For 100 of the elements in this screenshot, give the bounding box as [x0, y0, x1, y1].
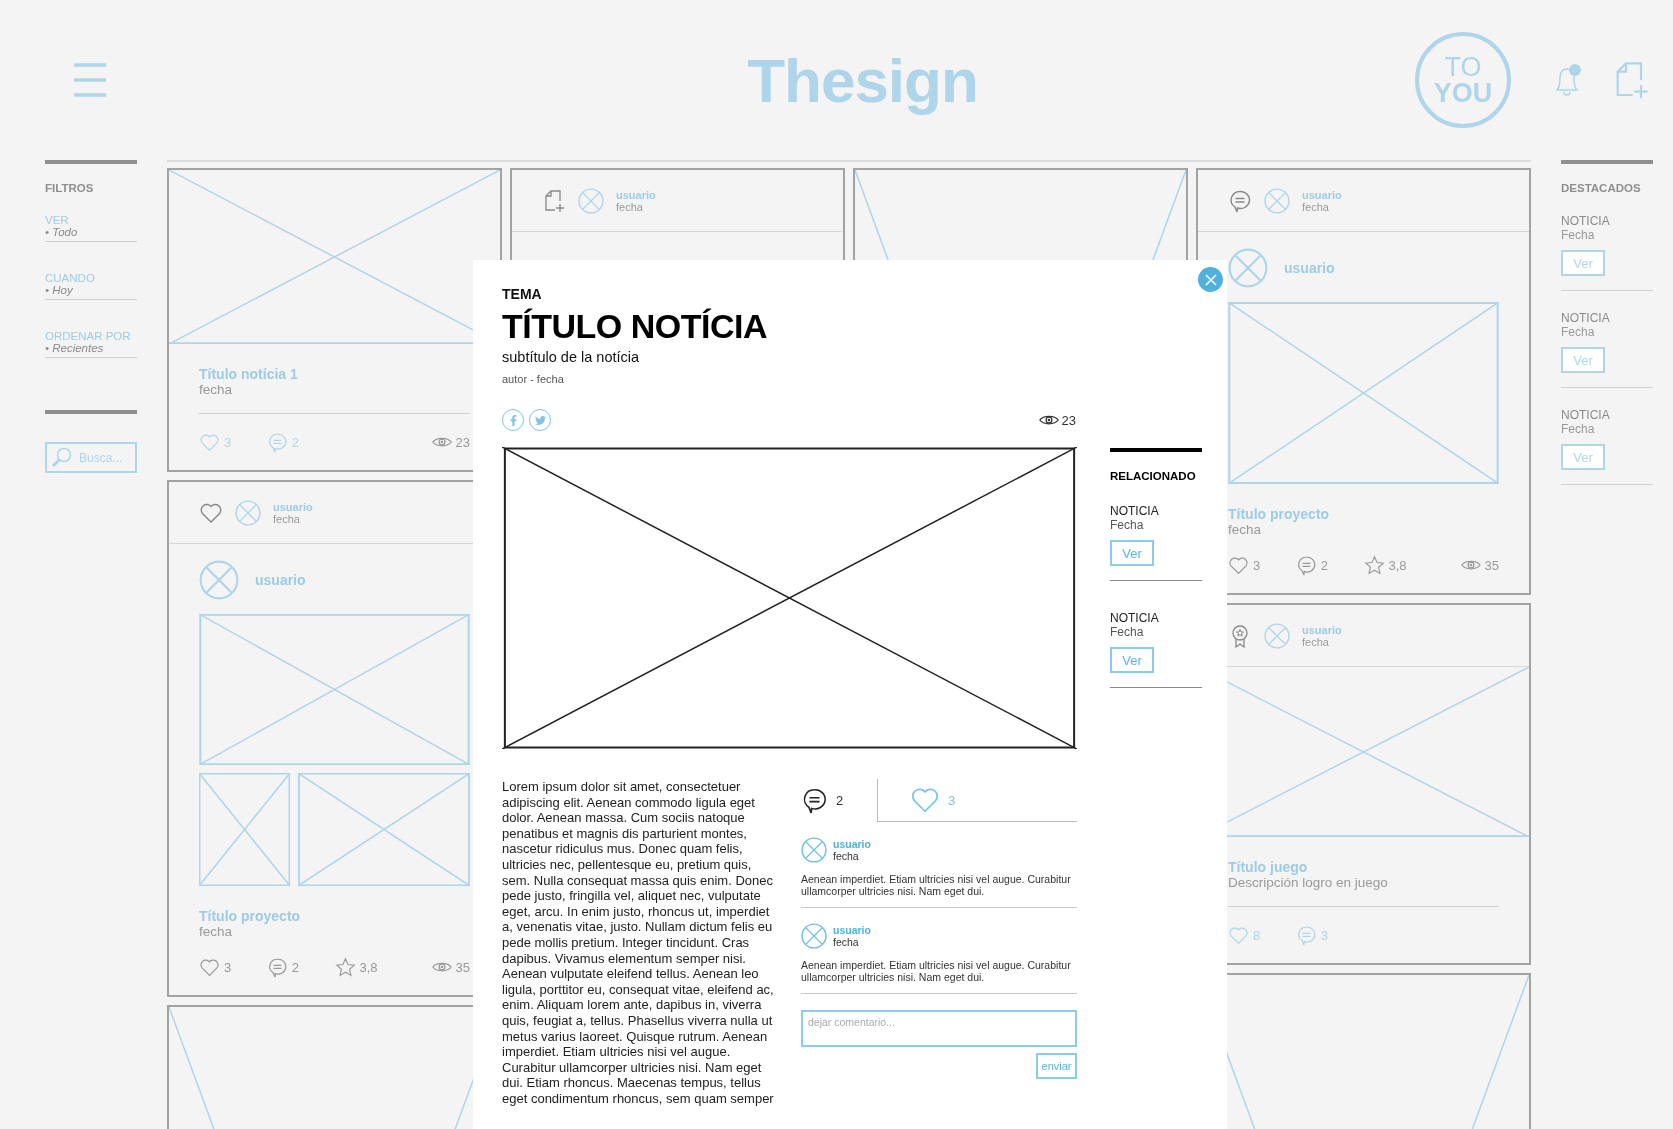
like-count: 8: [1253, 927, 1261, 943]
add-document-icon[interactable]: [542, 188, 566, 213]
avatar-icon: [801, 837, 827, 863]
like-count: 3: [1253, 557, 1261, 573]
news-date: Fecha: [1110, 625, 1145, 639]
view-count: 23: [455, 434, 470, 450]
avatar-icon: [1264, 622, 1290, 649]
related-title: RELACIONADO: [1110, 470, 1197, 482]
comment-icon: [1295, 554, 1317, 576]
comment-field[interactable]: dejar comentario...: [801, 1010, 1077, 1047]
comment-user[interactable]: usuario: [833, 924, 871, 936]
avatar-icon: [199, 560, 239, 600]
card-title[interactable]: Título proyecto: [1228, 506, 1499, 522]
news-date: Fecha: [1561, 325, 1596, 339]
news-title: NOTICIA: [1561, 311, 1611, 325]
avatar-icon: [578, 187, 604, 214]
comment-date: fecha: [833, 936, 860, 948]
news-title: NOTICIA: [1110, 611, 1160, 625]
like-count: 3: [224, 434, 232, 450]
close-button[interactable]: [1198, 267, 1223, 292]
send-button[interactable]: enviar: [1036, 1053, 1077, 1079]
view-button[interactable]: Ver: [1561, 444, 1605, 470]
like-count: 3: [224, 959, 232, 975]
filter-value[interactable]: • Recientes: [45, 342, 137, 354]
menu-icon[interactable]: [74, 63, 106, 97]
view-count: 23: [1061, 412, 1076, 428]
eye-icon: [1460, 559, 1481, 571]
news-title: NOTICIA: [1561, 408, 1611, 422]
comment-icon: [266, 956, 288, 978]
card-subtitle: Descripción logro en juego: [1228, 875, 1389, 890]
news-title: NOTICIA: [1561, 214, 1611, 228]
filter-label[interactable]: ORDENAR POR: [45, 330, 137, 342]
comment-icon: [1295, 924, 1317, 946]
card-subtitle: fecha: [199, 382, 234, 397]
view-button[interactable]: Ver: [1561, 250, 1605, 276]
filter-value[interactable]: • Hoy: [45, 284, 137, 296]
card-title[interactable]: Título juego: [1228, 859, 1499, 875]
news-date: Fecha: [1561, 228, 1596, 242]
view-button[interactable]: Ver: [1110, 647, 1154, 673]
comment-count: 2: [291, 959, 299, 975]
search-icon: [51, 446, 73, 468]
rating-value: 3,8: [359, 959, 378, 975]
card-subtitle: fecha: [1228, 522, 1263, 537]
avatar-icon: [1264, 187, 1290, 214]
user-name[interactable]: usuario: [1302, 623, 1342, 636]
news-date: Fecha: [1561, 422, 1596, 436]
search-field[interactable]: Busca...: [45, 442, 137, 473]
comment-date: fecha: [833, 850, 860, 862]
comment-icon: [801, 786, 828, 814]
author-name[interactable]: usuario: [1284, 260, 1335, 276]
view-count: 35: [1484, 557, 1499, 573]
comment-count: 3: [1320, 927, 1328, 943]
user-name[interactable]: usuario: [273, 500, 313, 513]
heart-icon: [199, 956, 220, 978]
star-icon: [1363, 554, 1385, 576]
comment-user[interactable]: usuario: [833, 838, 871, 850]
heart-icon: [1228, 554, 1249, 576]
filter-label[interactable]: VER: [45, 214, 137, 226]
article-byline: autor - fecha: [502, 373, 565, 385]
avatar-icon: [1228, 248, 1268, 288]
article-topic: TEMA: [502, 286, 543, 302]
post-date: fecha: [273, 512, 301, 525]
featured-title: DESTACADOS: [1561, 182, 1642, 194]
post-date: fecha: [1302, 635, 1330, 648]
filter-label[interactable]: CUANDO: [45, 272, 137, 284]
avatar-icon: [801, 923, 827, 949]
logo[interactable]: Thesign: [747, 44, 978, 116]
filter-value[interactable]: • Todo: [45, 226, 137, 238]
article-body: Lorem ipsum dolor sit amet, consectetuer adipiscing elit. Aenean commodo ligula eget dolor. Aenean massa. Cum sociis natoque penatibus et magnis dis parturient montes, nascetur ridiculus mus. Donec quam felis, ultricies nec, pellentesque eu, pretium quis, sem. Nulla consequat massa quis enim. Donec pede justo, fringilla vel, aliquet nec, vulputate eget, arcu. In enim justo, rhoncus ut, imperdiet a, venenatis vitae, justo. Nullam dictum felis eu pede mollis pretium. Integer tincidunt. Cras dapibus. Vivamus elementum semper nisi. Aenean vulputate eleifend tellus. Aenean leo ligula, porttitor eu, consequat vitae, eleifend ac, enim. Aliquam lorem ante, dapibus in, viverra quis, feugiat a, tellus. Phasellus viverra nulla ut metus varius laoreet. Quisque rutrum. Aenean imperdiet. Etiam ultricies nisi vel augue. Curabitur ullamcorper ultricies nisi. Nam eget dui. Etiam rhoncus. Maecenas tempus, tellus eget condimentum rhoncus, sem quam semper: [502, 779, 774, 1107]
comment-icon: [1228, 188, 1252, 213]
comment-count: 2: [291, 434, 299, 450]
user-name[interactable]: usuario: [616, 188, 656, 201]
likes-tab[interactable]: 3: [877, 779, 1077, 822]
comment-count: 2: [1320, 557, 1328, 573]
eye-icon: [431, 436, 452, 448]
comment-text: Aenean imperdiet. Etiam ultricies nisi vel augue. Curabitur ullamcorper ultricies nisi. Nam eget dui.: [801, 959, 1072, 983]
card-subtitle: fecha: [199, 924, 234, 939]
article-subtitle: subtítulo de la notícia: [502, 349, 641, 365]
card-title[interactable]: Título proyecto: [199, 908, 470, 924]
news-title: NOTICIA: [1110, 504, 1160, 518]
comments-tab[interactable]: 2: [801, 779, 877, 822]
eye-icon: [1038, 414, 1059, 426]
heart-icon: [1228, 924, 1249, 946]
profile-badge[interactable]: TO YOU: [1415, 32, 1511, 128]
news-date: Fecha: [1110, 518, 1145, 532]
comment-icon: [266, 431, 288, 453]
author-name[interactable]: usuario: [255, 572, 306, 588]
view-button[interactable]: Ver: [1561, 347, 1605, 373]
heart-icon: [199, 431, 220, 453]
view-button[interactable]: Ver: [1110, 540, 1154, 566]
avatar-icon: [235, 499, 261, 526]
post-date: fecha: [1302, 200, 1330, 213]
user-name[interactable]: usuario: [1302, 188, 1342, 201]
star-icon: [334, 956, 356, 978]
rating-value: 3,8: [1388, 557, 1407, 573]
notification-bell-icon[interactable]: [1553, 62, 1583, 98]
view-count: 35: [455, 959, 470, 975]
article-title: TÍTULO NOTÍCIA: [502, 307, 768, 346]
card-title[interactable]: Título notícia 1: [199, 366, 470, 382]
filters-title: FILTROS: [45, 182, 95, 194]
